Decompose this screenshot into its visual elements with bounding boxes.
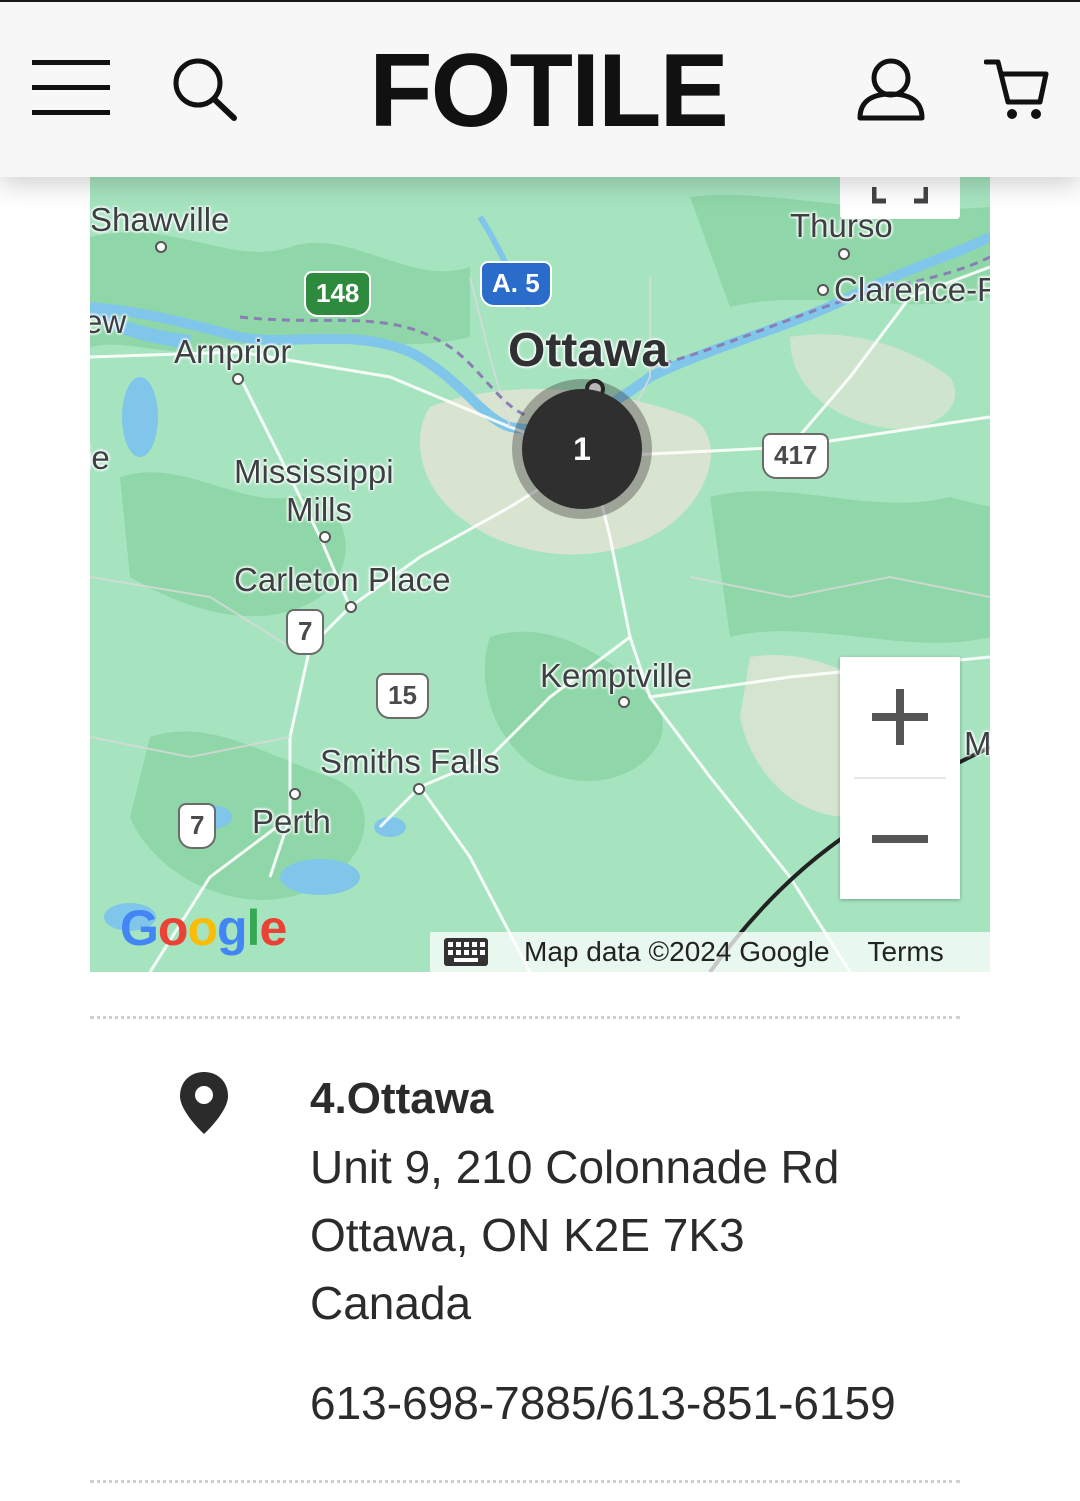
map-label-ew: ew (90, 303, 127, 340)
store-country: Canada (310, 1277, 472, 1329)
zoom-in-button[interactable] (840, 657, 960, 777)
store-map[interactable]: Shawville Thurso Clarence-R ew Arnprior … (90, 177, 990, 972)
zoom-control (840, 657, 960, 899)
store-address-line2: Ottawa, ON K2E 7K3 (310, 1209, 745, 1261)
map-terms-link[interactable]: Terms (868, 936, 944, 968)
keyboard-shortcuts-icon[interactable] (444, 938, 488, 966)
site-header: FOTILE (0, 0, 1080, 177)
brand-logo[interactable]: FOTILE (350, 44, 746, 134)
route-shield-a5: A. 5 (480, 261, 552, 307)
route-shield-148: 148 (304, 271, 372, 317)
store-name: 4.Ottawa (310, 1074, 494, 1123)
route-shield-15: 15 (376, 673, 429, 719)
zoom-out-button[interactable] (840, 779, 960, 899)
route-shield-7-north: 7 (286, 609, 325, 655)
brand-name: FOTILE (369, 44, 727, 134)
store-cluster-marker[interactable]: 1 (522, 389, 642, 509)
store-phone[interactable]: 613-698-7885/613-851-6159 (310, 1376, 896, 1430)
map-label-clarence: Clarence-R (834, 271, 990, 308)
user-account-icon[interactable] (856, 56, 926, 122)
map-label-mills: Mills (286, 491, 352, 528)
minus-icon (872, 835, 928, 843)
map-label-perth: Perth (252, 803, 331, 840)
map-label-ie: ie (90, 439, 110, 476)
google-logo[interactable]: Google (120, 899, 287, 957)
map-label-arnprior: Arnprior (174, 333, 292, 370)
shopping-cart-icon[interactable] (984, 56, 1050, 122)
map-attribution-bar: Map data ©2024 Google Terms (430, 932, 990, 972)
map-data-attribution: Map data ©2024 Google (524, 936, 830, 967)
fullscreen-button[interactable] (840, 177, 960, 219)
route-shield-417: 417 (762, 433, 830, 479)
plus-icon (872, 689, 928, 745)
map-label-mississippi: Mississippi (234, 453, 394, 490)
search-icon[interactable] (170, 56, 240, 122)
map-label-ottawa: Ottawa (508, 324, 669, 377)
map-pin-icon (180, 1072, 228, 1134)
map-label-shawville: Shawville (90, 201, 230, 238)
fullscreen-icon (872, 187, 928, 204)
divider-top (90, 1016, 960, 1019)
map-label-smiths-falls: Smiths Falls (320, 743, 500, 780)
route-shield-7-south: 7 (178, 803, 217, 849)
header-top-border (0, 0, 1080, 2)
hamburger-menu-icon[interactable] (32, 58, 110, 118)
map-label-carleton-place: Carleton Place (234, 561, 451, 598)
store-address-line1: Unit 9, 210 Colonnade Rd (310, 1141, 840, 1193)
divider-bottom (90, 1480, 960, 1483)
map-label-edge-m: M (964, 725, 990, 762)
map-label-kemptville: Kemptville (540, 657, 693, 694)
